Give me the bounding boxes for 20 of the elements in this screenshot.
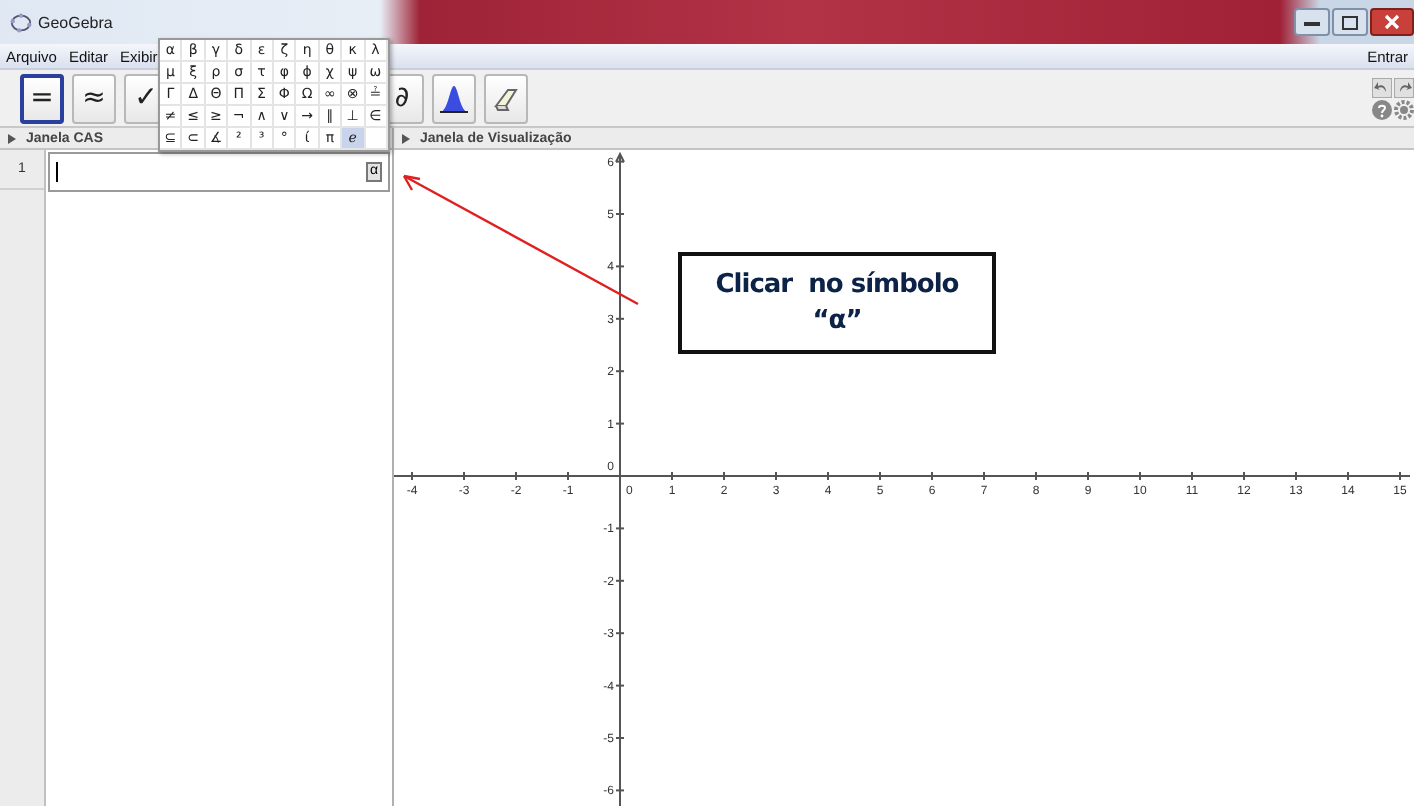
- help-icon[interactable]: [1372, 99, 1392, 119]
- collapse-icon[interactable]: [8, 133, 16, 143]
- app-icon: [10, 11, 32, 33]
- collapse-icon[interactable]: [402, 133, 410, 143]
- redo-icon[interactable]: [1394, 77, 1414, 97]
- tool-button[interactable]: ≈: [72, 73, 116, 123]
- bell-curve-icon: [438, 82, 470, 114]
- minimize-button[interactable]: [1294, 8, 1330, 36]
- undo-icon[interactable]: [1372, 77, 1392, 97]
- settings-icon[interactable]: [1394, 99, 1414, 119]
- minimize-icon: [1304, 19, 1320, 25]
- tool-button[interactable]: =: [20, 73, 64, 123]
- close-button[interactable]: [1370, 8, 1414, 36]
- close-icon: [1384, 14, 1400, 30]
- tool-button[interactable]: [432, 73, 476, 123]
- callout-text: Clicar no símbolo “α”: [715, 267, 959, 339]
- maximize-icon: [1342, 15, 1358, 29]
- window-title: GeoGebra: [38, 13, 113, 31]
- maximize-button[interactable]: [1332, 8, 1368, 36]
- text-cursor: [56, 162, 58, 182]
